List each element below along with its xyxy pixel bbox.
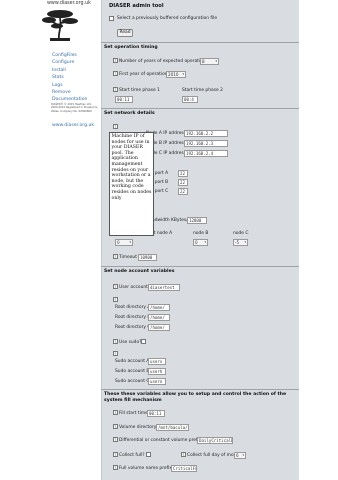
select-config-checkbox[interactable] <box>109 16 114 21</box>
nav-install[interactable]: Install <box>52 67 87 74</box>
start2-label: Start time phase 2 <box>182 88 223 93</box>
ip-input-a[interactable]: 192.168.2.2 <box>184 130 228 137</box>
timing-section-title: Set operation timing <box>104 45 158 50</box>
user-account-label: User account <box>119 285 148 290</box>
use-sudo-checkbox[interactable] <box>141 339 146 344</box>
tz-label-b: node B <box>193 231 209 236</box>
copyright-notice: DIASER® © 2015 Heathen Ltd. 2009-2015 Re… <box>51 103 98 113</box>
nav-configure[interactable]: Configure <box>52 59 87 66</box>
help-icon[interactable]: ? <box>113 297 118 302</box>
nav-stats[interactable]: Stats <box>52 74 87 81</box>
help-icon[interactable]: ? <box>113 284 118 289</box>
sudo-label-a: Sudo account A <box>115 359 150 364</box>
collect-full-label: Collect full? <box>119 453 145 458</box>
help-icon[interactable]: ? <box>113 424 118 429</box>
full-prefix-label: Full volume name prefix <box>119 466 172 471</box>
years-label: Number of years of expected operation <box>119 59 206 64</box>
root-dir-input-c[interactable]: /home/ <box>148 324 170 331</box>
root-dir-input-a[interactable]: /home/ <box>148 304 170 311</box>
tz-select-b[interactable]: 0 ▾ <box>193 239 208 246</box>
first-year-label: First year of operation <box>119 72 168 77</box>
user-account-input[interactable]: diasertest <box>148 284 180 291</box>
diff-prefix-input[interactable]: DailyCriticalDiff <box>197 437 233 444</box>
collect-day-label: Collect full day of month <box>187 453 241 458</box>
bandwidth-input[interactable]: 12800 <box>187 217 207 224</box>
sudo-input-b[interactable]: userh <box>148 368 166 375</box>
divider <box>101 108 299 109</box>
fill-start-input[interactable]: 00:11 <box>147 410 165 417</box>
page-title: DIASER admin tool <box>109 3 164 9</box>
read-button[interactable]: Read <box>117 29 133 37</box>
help-icon[interactable]: ? <box>113 87 118 92</box>
sudo-input-c[interactable]: usern <box>148 378 166 385</box>
tz-label-c: node C <box>233 231 249 236</box>
select-config-label: Select a previously buffered configurati… <box>117 16 218 21</box>
port-input-c[interactable]: 22 <box>178 188 188 195</box>
nav-logs[interactable]: Logs <box>52 82 87 89</box>
nav-configfiles[interactable]: ConfigFiles <box>52 52 87 59</box>
volume-dir-input[interactable]: /mnt/bacula/ <box>156 424 189 431</box>
ip-input-c[interactable]: 192.168.2.4 <box>184 150 228 157</box>
help-icon[interactable]: ? <box>113 71 118 76</box>
port-input-a[interactable]: 22 <box>178 170 188 177</box>
help-icon[interactable]: ? <box>113 437 118 442</box>
start2-input[interactable]: 00:4 <box>182 96 198 103</box>
use-sudo-label: Use sudo? <box>119 340 142 345</box>
start1-label: Start time phase 1 <box>119 88 160 93</box>
ip-help-tooltip: Machine IP of nodes for use in your DIAS… <box>109 132 154 236</box>
help-icon[interactable]: ? <box>113 58 118 63</box>
help-icon[interactable]: ? <box>113 351 118 356</box>
tz-select-a[interactable]: 0 ▾ <box>115 239 133 246</box>
divider <box>101 266 299 267</box>
help-icon[interactable]: ? <box>181 452 186 457</box>
full-prefix-input[interactable]: CriticalFull <box>171 465 197 472</box>
nav-remove[interactable]: Remove <box>52 89 87 96</box>
timeout-input[interactable]: 10900 <box>138 254 157 261</box>
years-select[interactable]: 8 ▾ <box>200 58 219 65</box>
timeout-label: Timeout <box>119 255 137 260</box>
fill-start-label: Fill start time <box>119 411 148 416</box>
port-input-b[interactable]: 22 <box>178 179 188 186</box>
collect-full-checkbox[interactable] <box>146 452 151 457</box>
help-icon[interactable]: ? <box>113 124 118 129</box>
start1-input[interactable]: 00:11 <box>115 96 133 103</box>
tz-select-c[interactable]: -5 ▾ <box>233 239 248 246</box>
ip-input-b[interactable]: 192.168.2.3 <box>184 140 228 147</box>
help-icon[interactable]: ? <box>113 410 118 415</box>
volume-dir-label: Volume directory <box>119 425 157 430</box>
help-icon[interactable]: ? <box>113 465 118 470</box>
help-icon[interactable]: ? <box>113 452 118 457</box>
right-margin <box>299 0 338 480</box>
help-icon[interactable]: ? <box>113 339 118 344</box>
sudo-label-c: Sudo account C <box>115 379 150 384</box>
help-icon[interactable]: ? <box>113 254 118 259</box>
bonsai-tree-logo <box>42 10 78 41</box>
network-section-title: Set network details <box>104 111 155 116</box>
sidebar-nav: ConfigFiles Configure Install Stats Logs… <box>52 52 87 104</box>
divider <box>101 389 299 390</box>
collect-day-select[interactable]: 6 ▾ <box>234 452 246 459</box>
root-dir-label-b: Root directory B <box>115 315 151 320</box>
divider <box>101 42 299 43</box>
sudo-label-b: Sudo account B <box>115 369 150 374</box>
accounts-section-title: Set node account variables <box>104 269 175 274</box>
first-year-select[interactable]: 2010 ▾ <box>166 71 186 78</box>
sidebar: www.diaser.org.uk ConfigFiles Configure … <box>0 0 101 480</box>
sudo-input-a[interactable]: userx <box>148 358 166 365</box>
fill-section-title: These these variables allow you to setup… <box>104 392 287 403</box>
root-dir-label-c: Root directory C <box>115 325 151 330</box>
root-dir-input-b[interactable]: /home/ <box>148 314 170 321</box>
root-dir-label-a: Root directory A <box>115 305 151 310</box>
site-link[interactable]: www.diaser.org.uk <box>52 123 94 128</box>
diff-prefix-label: Differential or constant volume prefix <box>119 438 202 443</box>
